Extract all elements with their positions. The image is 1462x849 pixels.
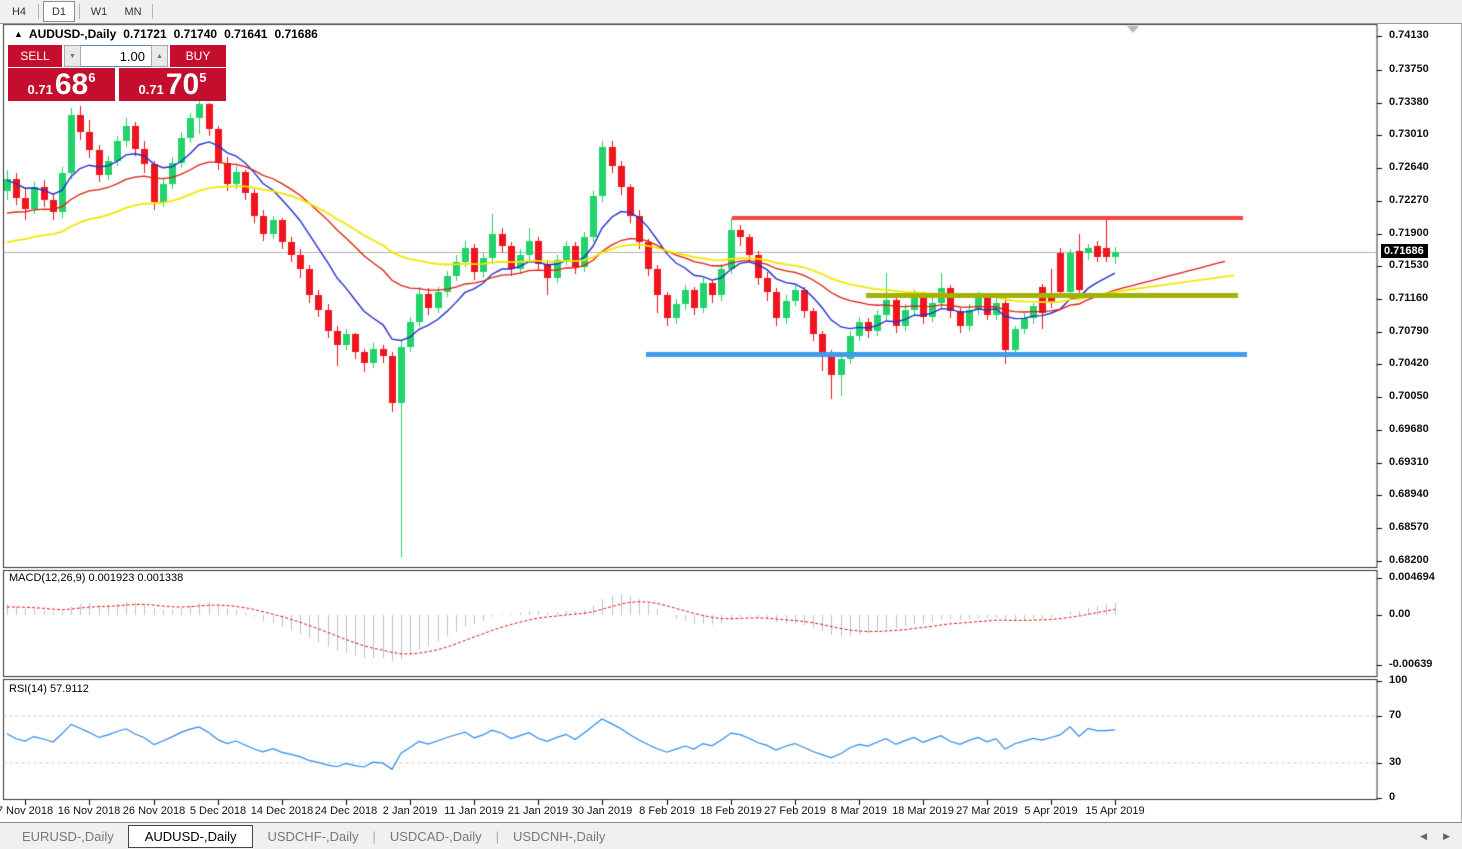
price-axis-label: 0.69310	[1389, 456, 1429, 468]
price-axis-label: 0.70420	[1389, 357, 1429, 369]
date-axis-label: 15 Apr 2019	[1085, 805, 1145, 817]
buy-price-big: 70	[165, 68, 200, 101]
date-axis-label: 30 Jan 2019	[571, 805, 633, 817]
one-click-trading-panel: SELL ▼ ▲ BUY 0.71 68 6 0.71 70 5	[8, 45, 226, 101]
rsi-axis-label: 30	[1389, 756, 1402, 768]
date-axis-label: 24 Dec 2018	[314, 805, 378, 817]
timeframe-button-w1[interactable]: W1	[84, 2, 114, 21]
price-axis-label: 0.71160	[1389, 292, 1429, 304]
price-axis-label: 0.69680	[1389, 423, 1429, 435]
price-axis-label: 0.73380	[1389, 96, 1429, 108]
date-axis-label: 16 Nov 2018	[57, 805, 121, 817]
price-axis-label: 0.68200	[1389, 554, 1429, 566]
sell-price-big: 68	[54, 68, 89, 101]
date-axis-label: 7 Nov 2018	[0, 805, 54, 817]
chart-canvas[interactable]	[0, 0, 1462, 849]
price-axis-label: 0.74130	[1389, 29, 1429, 41]
rsi-axis-label: 100	[1389, 674, 1408, 686]
macd-indicator-label: MACD(12,26,9) 0.001923 0.001338	[9, 572, 184, 584]
tab-audusd[interactable]: AUDUSD-,Daily	[127, 824, 254, 848]
date-axis-label: 18 Feb 2019	[700, 805, 762, 817]
chart-title: ▲ AUDUSD-,Daily 0.71721 0.71740 0.71641 …	[14, 27, 318, 41]
price-axis-label: 0.71530	[1389, 259, 1429, 271]
toolbar-separator	[38, 4, 39, 19]
macd-axis-label: 0.00	[1389, 608, 1411, 620]
price-axis-label: 0.72640	[1389, 161, 1429, 173]
volume-stepper: ▼ ▲	[64, 45, 168, 67]
tab-eurusd[interactable]: EURUSD-,Daily	[8, 826, 128, 847]
price-axis-label: 0.70050	[1389, 390, 1429, 402]
date-axis-label: 2 Jan 2019	[382, 805, 438, 817]
date-axis-label: 8 Feb 2019	[639, 805, 695, 817]
tab-scroll-right-button[interactable]: ▶	[1443, 831, 1450, 842]
date-axis-label: 26 Nov 2018	[122, 805, 186, 817]
macd-axis-label: -0.00639	[1389, 658, 1433, 670]
date-axis-label: 21 Jan 2019	[507, 805, 569, 817]
toolbar-separator	[79, 4, 80, 19]
tab-usdcad[interactable]: USDCAD-,Daily	[376, 826, 496, 847]
sell-price-prefix: 0.71	[27, 82, 53, 97]
price-axis-label: 0.73010	[1389, 128, 1429, 140]
rsi-axis-label: 0	[1389, 791, 1396, 803]
volume-increase-button[interactable]: ▲	[151, 45, 168, 67]
buy-price-prefix: 0.71	[138, 82, 164, 97]
price-axis-label: 0.72270	[1389, 194, 1429, 206]
price-axis-label: 0.73750	[1389, 63, 1429, 75]
ohlc-high: 0.71740	[173, 27, 218, 41]
ohlc-low: 0.71641	[224, 27, 268, 41]
sell-button[interactable]: SELL	[8, 45, 62, 67]
rsi-axis-label: 70	[1389, 709, 1402, 721]
tab-usdcnh[interactable]: USDCNH-,Daily	[499, 826, 619, 847]
tab-usdchf[interactable]: USDCHF-,Daily	[253, 826, 372, 847]
timeframe-button-h4[interactable]: H4	[4, 2, 34, 21]
price-axis-label: 0.68570	[1389, 521, 1429, 533]
symbol-label: AUDUSD-,Daily	[28, 27, 117, 41]
sell-price-pip: 6	[88, 70, 96, 85]
timeframe-button-mn[interactable]: MN	[118, 2, 148, 21]
date-axis-label: 8 Mar 2019	[831, 805, 887, 817]
volume-input[interactable]	[81, 45, 151, 67]
price-axis-label: 0.68940	[1389, 488, 1429, 500]
timeframe-toolbar: H4 D1 W1 MN	[0, 0, 1462, 24]
date-axis-label: 27 Feb 2019	[764, 805, 826, 817]
date-axis-label: 11 Jan 2019	[444, 805, 504, 817]
volume-decrease-button[interactable]: ▼	[64, 45, 81, 67]
date-axis-label: 14 Dec 2018	[250, 805, 314, 817]
date-axis-label: 5 Apr 2019	[1024, 805, 1078, 817]
buy-button[interactable]: BUY	[170, 45, 226, 67]
date-axis-label: 27 Mar 2019	[956, 805, 1018, 817]
buy-price-button[interactable]: 0.71 70 5	[119, 68, 226, 101]
buy-price-pip: 5	[199, 70, 207, 85]
tab-scroll-left-button[interactable]: ◀	[1420, 831, 1427, 842]
ohlc-open: 0.71721	[123, 27, 167, 41]
rsi-indicator-label: RSI(14) 57.9112	[9, 683, 89, 695]
sell-price-button[interactable]: 0.71 68 6	[8, 68, 115, 101]
collapse-panel-icon[interactable]: ▲	[14, 29, 23, 39]
timeframe-button-d1[interactable]: D1	[43, 1, 75, 22]
macd-axis-label: 0.004694	[1389, 571, 1435, 583]
ohlc-close: 0.71686	[274, 27, 318, 41]
current-price-tag: 0.71686	[1381, 244, 1428, 258]
chart-tab-bar: EURUSD-,Daily AUDUSD-,Daily USDCHF-,Daily |…	[0, 822, 1462, 849]
trading-platform-window: H4 D1 W1 MN ▲ AUDUSD-,Daily 0.71721 0.71740…	[0, 0, 1462, 849]
tab-scroll-controls: ◀ ▶	[1420, 831, 1450, 842]
price-axis-label: 0.70790	[1389, 325, 1429, 337]
toolbar-separator	[152, 4, 153, 19]
date-axis-label: 5 Dec 2018	[189, 805, 247, 817]
price-axis-label: 0.71900	[1389, 227, 1429, 239]
date-axis-label: 18 Mar 2019	[892, 805, 954, 817]
